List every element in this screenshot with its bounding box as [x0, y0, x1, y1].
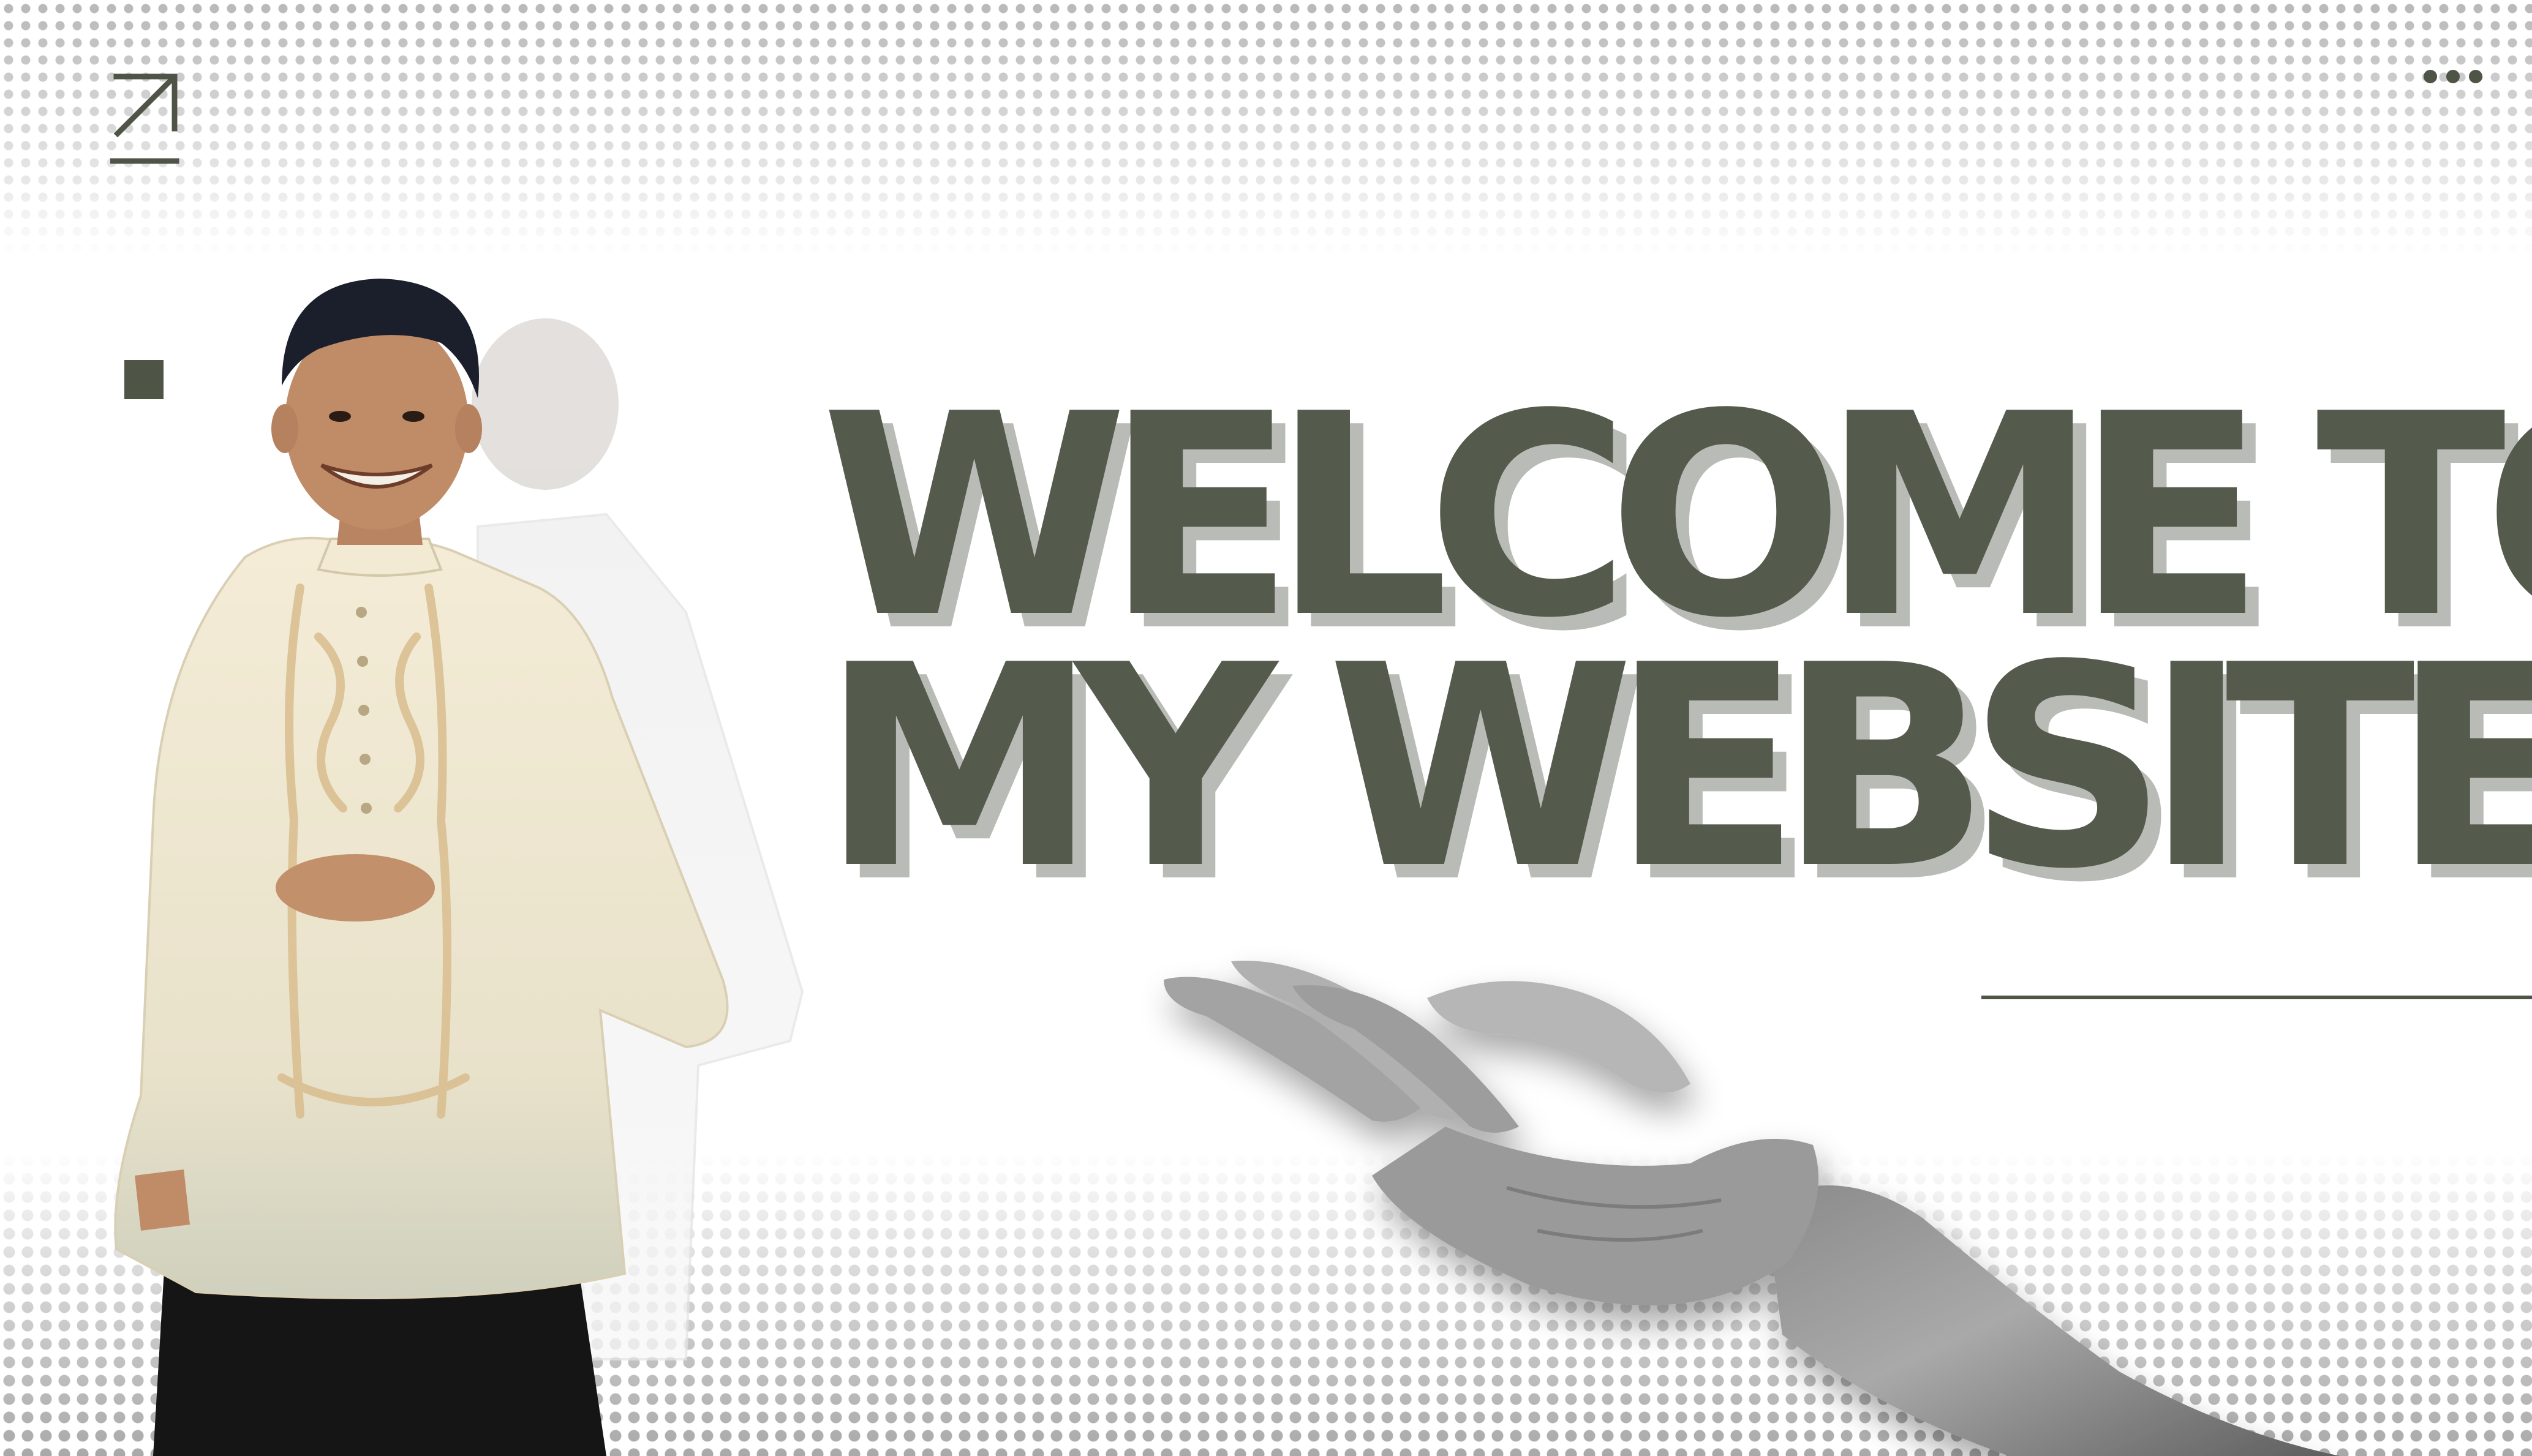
headline-line-2: MY WEBSITE! [821, 606, 2532, 930]
page-title: WELCOME TO MY WEBSITE! [821, 355, 2532, 930]
halftone-pattern-top [0, 0, 2532, 257]
open-hand-photo [1164, 961, 2340, 1456]
headline-line-1: WELCOME TO [821, 355, 2532, 679]
person-photo [114, 279, 804, 1456]
arrow-up-right-icon[interactable] [110, 70, 181, 168]
more-horizontal-icon[interactable] [2419, 64, 2487, 89]
hero-page: WELCOME TO MY WEBSITE! [0, 0, 2532, 1456]
